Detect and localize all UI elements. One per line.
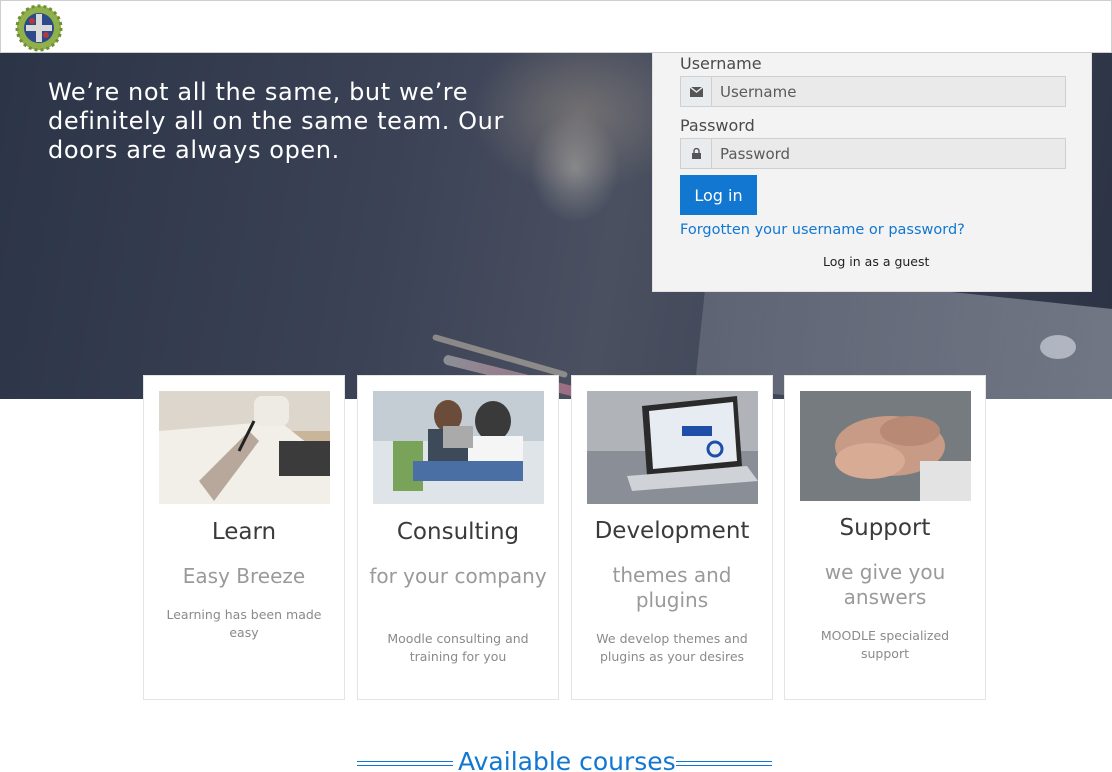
hero-bg-cup-highlight [530, 113, 620, 223]
feature-image-development [587, 391, 758, 504]
feature-image-consulting [373, 391, 544, 504]
feature-title: Development [594, 518, 750, 544]
lock-icon [681, 139, 712, 168]
feature-image-learn [159, 391, 330, 504]
feature-description: Moodle consulting and training for you [387, 631, 529, 664]
available-courses-heading: Available courses [458, 747, 676, 772]
feature-image-support [800, 391, 971, 501]
feature-subtitle: for your company [369, 564, 547, 588]
hero-bg-phone-button [1040, 335, 1076, 359]
feature-description: MOODLE specialized support [820, 628, 950, 661]
feature-description: We develop themes and plugins as your de… [596, 631, 748, 664]
feature-card-learn[interactable]: Learn Easy Breeze Learning has been made… [143, 375, 345, 700]
username-field-group [680, 76, 1066, 107]
courses-divider-left [357, 761, 453, 766]
username-label: Username [680, 54, 762, 73]
feature-card-consulting[interactable]: Consulting for your company Moodle consu… [357, 375, 559, 700]
page: We’re not all the same, but we’re defini… [0, 0, 1112, 772]
feature-description: Learning has been made easy [166, 607, 322, 640]
guest-login-link[interactable]: Log in as a guest [823, 254, 929, 269]
site-logo[interactable] [13, 3, 65, 53]
top-navbar [0, 0, 1112, 53]
feature-card-development[interactable]: Development themes and plugins We develo… [571, 375, 773, 700]
password-label: Password [680, 116, 755, 135]
hero-heading: We’re not all the same, but we’re defini… [48, 78, 504, 164]
feature-subtitle: Easy Breeze [182, 564, 306, 588]
feature-subtitle: themes and plugins [612, 563, 732, 612]
envelope-icon [681, 77, 712, 106]
forgot-password-link[interactable]: Forgotten your username or password? [680, 222, 965, 238]
feature-card-support[interactable]: Support we give you answers MOODLE speci… [784, 375, 986, 700]
password-input[interactable] [712, 139, 1065, 168]
feature-title: Consulting [396, 519, 520, 545]
courses-divider-right [676, 761, 772, 766]
feature-subtitle: we give you answers [824, 560, 946, 609]
login-form: Username Password Log in Forgotten your … [652, 40, 1092, 292]
password-field-group [680, 138, 1066, 169]
username-input[interactable] [712, 77, 1065, 106]
feature-title: Learn [211, 519, 277, 545]
feature-title: Support [839, 515, 931, 541]
login-button[interactable]: Log in [680, 175, 757, 215]
